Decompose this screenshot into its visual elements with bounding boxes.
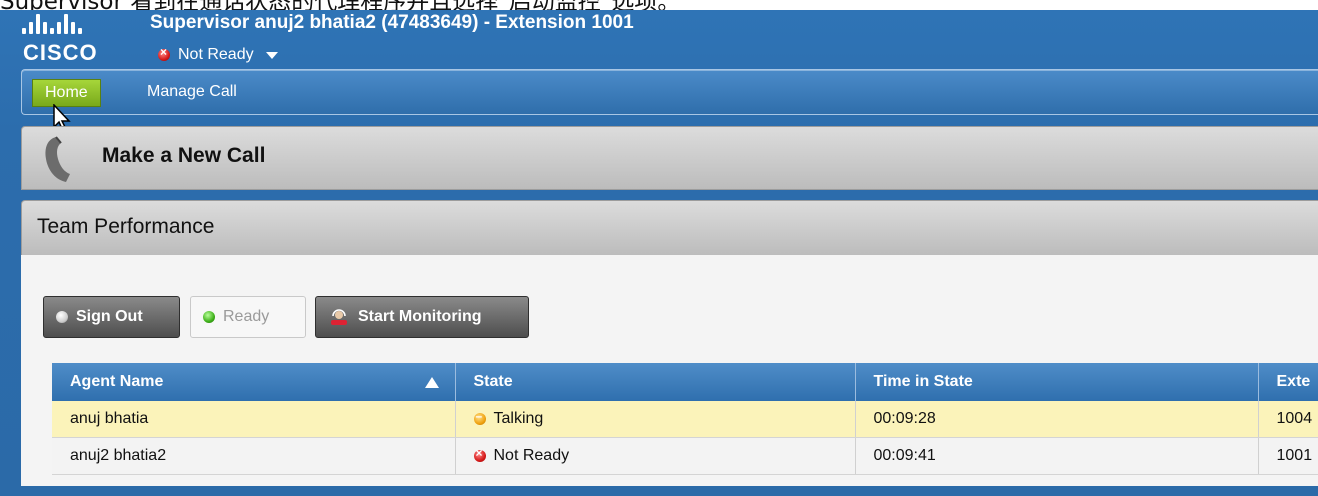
green-circle-icon <box>203 311 215 323</box>
agent-name-cell: anuj2 bhatia2 <box>52 437 456 475</box>
orange-circle-icon <box>473 409 486 425</box>
team-performance-title: Team Performance <box>37 215 215 238</box>
tab-manage-call[interactable]: Manage Call <box>135 79 249 105</box>
headset-agent-icon <box>331 309 347 325</box>
sign-out-button[interactable]: Sign Out <box>43 296 180 338</box>
tab-home[interactable]: Home <box>32 79 101 107</box>
state-label: Not Ready <box>493 447 570 464</box>
gray-circle-icon <box>56 311 68 323</box>
ready-label: Ready <box>223 308 270 325</box>
cisco-logo: CISCO <box>22 10 132 72</box>
extension-cell: 1004 <box>1258 401 1318 438</box>
state-label: Talking <box>493 410 544 427</box>
page-title: Supervisor anuj2 bhatia2 (47483649) - Ex… <box>150 12 634 33</box>
table-header-row: Agent Name State Time in State Exte <box>52 363 1318 401</box>
cisco-bars-icon <box>22 14 82 34</box>
agent-status-dropdown[interactable]: Not Ready <box>158 45 278 64</box>
team-performance-header: Team Performance <box>21 200 1318 256</box>
state-cell: Not Ready <box>455 437 856 475</box>
ready-button[interactable]: Ready <box>190 296 306 338</box>
table-row[interactable]: anuj2 bhatia2 Not Ready 00:09:41 1001 <box>52 437 1318 475</box>
column-header-time-in-state[interactable]: Time in State <box>855 363 1259 401</box>
column-header-agent-name[interactable]: Agent Name <box>52 363 456 401</box>
chevron-down-icon <box>265 51 278 59</box>
make-call-label: Make a New Call <box>102 144 266 167</box>
sort-ascending-icon <box>424 377 439 388</box>
team-agents-table: Agent Name State Time in State Exte anuj… <box>52 363 1318 475</box>
start-monitoring-label: Start Monitoring <box>358 308 482 325</box>
make-call-panel[interactable]: Make a New Call <box>21 126 1318 190</box>
phone-handset-icon <box>45 136 70 182</box>
time-in-state-cell: 00:09:28 <box>855 401 1259 438</box>
start-monitoring-button[interactable]: Start Monitoring <box>315 296 529 338</box>
column-agent-name-label: Agent Name <box>70 373 164 390</box>
red-x-circle-icon <box>158 45 170 61</box>
cisco-logo-text: CISCO <box>23 40 98 65</box>
agent-name-cell: anuj bhatia <box>52 401 456 438</box>
column-header-extension[interactable]: Exte <box>1258 363 1318 401</box>
sign-out-label: Sign Out <box>76 308 143 325</box>
column-header-state[interactable]: State <box>455 363 856 401</box>
time-in-state-cell: 00:09:41 <box>855 437 1259 475</box>
state-cell: Talking <box>455 401 856 438</box>
red-x-circle-icon <box>473 446 486 462</box>
nav-bar: Home Manage Call <box>21 69 1318 115</box>
agent-status-label: Not Ready <box>178 46 254 63</box>
extension-cell: 1001 <box>1258 437 1318 475</box>
table-row[interactable]: anuj bhatia Talking 00:09:28 1004 <box>52 401 1318 438</box>
